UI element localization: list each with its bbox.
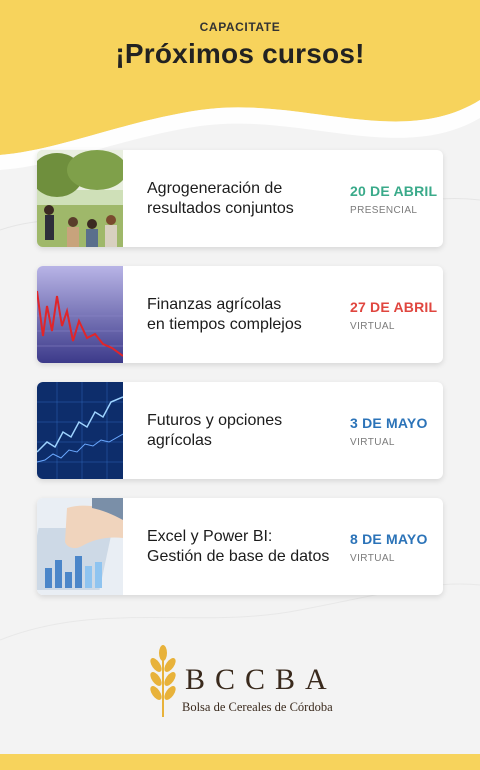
outdoor-class-photo [37, 150, 123, 247]
course-mode: VIRTUAL [350, 321, 395, 332]
course-mode: VIRTUAL [350, 553, 395, 564]
header-eyebrow: CAPACITATE [199, 20, 281, 34]
course-title: Agrogeneración de resultados conjuntos [147, 179, 294, 217]
course-date: 27 DE ABRIL [350, 299, 438, 315]
course-mode: PRESENCIAL [350, 205, 418, 216]
hand-on-tablet-chart [37, 498, 123, 595]
red-falling-chart [37, 266, 123, 363]
course-card[interactable]: Finanzas agrícolas en tiempos complejos … [37, 266, 443, 363]
bccba-logo: BCCBA Bolsa de Cereales de Córdoba [145, 645, 345, 720]
course-card[interactable]: Excel y Power BI: Gestión de base de dat… [37, 498, 443, 595]
course-mode: VIRTUAL [350, 437, 395, 448]
course-date: 3 DE MAYO [350, 415, 428, 431]
course-title: Excel y Power BI: Gestión de base de dat… [147, 527, 330, 565]
course-card[interactable]: Agrogeneración de resultados conjuntos 2… [37, 150, 443, 247]
page-title: ¡Próximos cursos! [115, 38, 365, 69]
course-card[interactable]: Futuros y opciones agrícolas 3 DE MAYO V… [37, 382, 443, 479]
logo-wordmark: BCCBA [185, 663, 337, 696]
course-date: 8 DE MAYO [350, 531, 428, 547]
course-title: Finanzas agrícolas en tiempos complejos [147, 295, 302, 333]
course-title: Futuros y opciones agrícolas [147, 411, 283, 449]
course-date: 20 DE ABRIL [350, 183, 438, 199]
logo-subline: Bolsa de Cereales de Córdoba [182, 700, 333, 714]
blue-market-chart [37, 382, 123, 479]
wheat-icon [150, 645, 176, 717]
bottom-accent-bar [0, 754, 480, 770]
